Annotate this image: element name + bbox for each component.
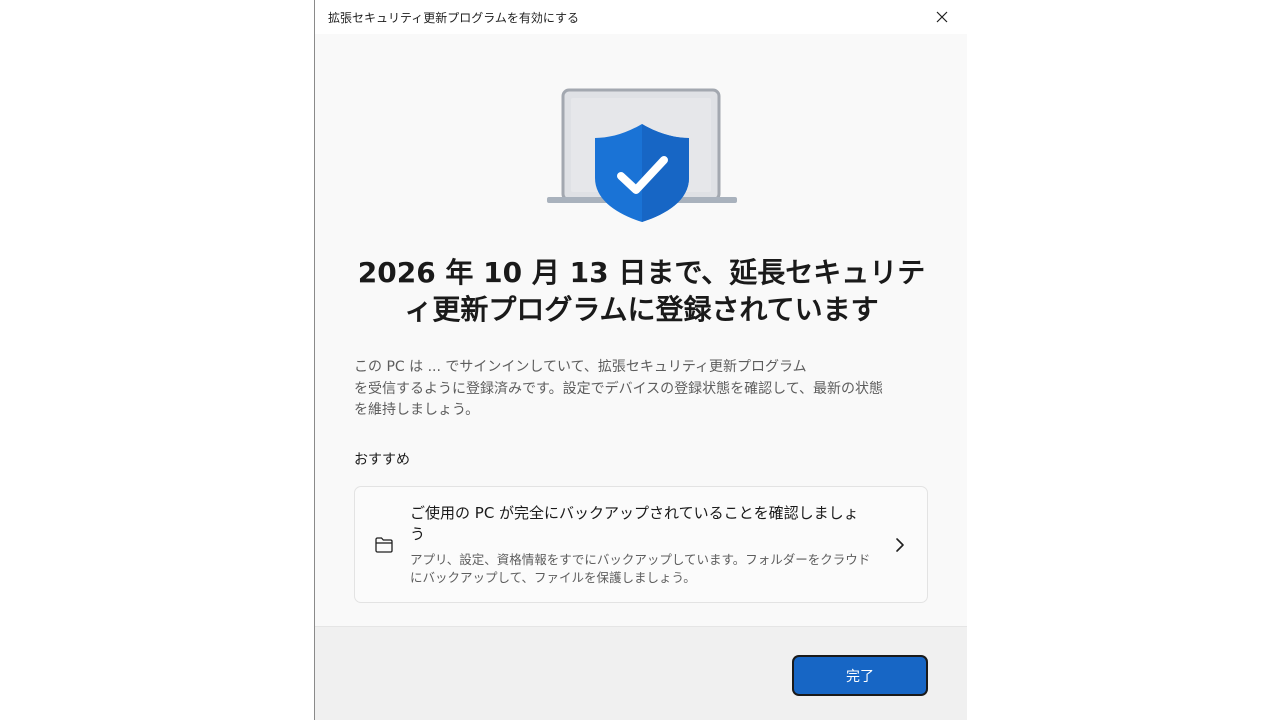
close-icon bbox=[936, 11, 948, 23]
done-button[interactable]: 完了 bbox=[794, 657, 926, 694]
page-title-line-2: ィ更新プログラムに登録されています bbox=[404, 293, 879, 326]
backup-recommendation-card[interactable]: ご使用の PC が完全にバックアップされていることを確認しましょう アプリ、設定… bbox=[354, 486, 928, 603]
window-title: 拡張セキュリティ更新プログラムを有効にする bbox=[328, 11, 580, 25]
chevron-right-icon bbox=[896, 538, 904, 552]
close-button[interactable] bbox=[931, 6, 953, 28]
dialog-window: 拡張セキュリティ更新プログラムを有効にする 2026 年 10 月 13 日まで… bbox=[314, 0, 967, 720]
description-line-1: この PC は ... でサインインしていて、拡張セキュリティ更新プログラム bbox=[354, 359, 807, 375]
card-title: ご使用の PC が完全にバックアップされていることを確認しましょう bbox=[410, 504, 859, 543]
recommended-heading: おすすめ bbox=[354, 452, 410, 468]
description-line-2: を受信するように登録済みです。設定でデバイスの登録状態を確認して、最新の状態 bbox=[354, 380, 884, 397]
card-description: アプリ、設定、資格情報をすでにバックアップしています。フォルダーをクラウドにバッ… bbox=[410, 552, 871, 585]
page-title-line-1: 2026 年 10 月 13 日まで、延長セキュリテ bbox=[357, 256, 926, 289]
description: この PC は ... でサインインしていて、拡張セキュリティ更新プログラム を… bbox=[354, 357, 932, 422]
folder-icon bbox=[375, 537, 393, 553]
laptop-shield-checkmark-icon bbox=[547, 88, 737, 222]
description-line-3: を維持しましょう。 bbox=[354, 402, 480, 418]
title-bar: 拡張セキュリティ更新プログラムを有効にする bbox=[315, 0, 967, 34]
laptop-shield-illustration bbox=[545, 86, 739, 226]
dialog-footer: 完了 bbox=[315, 626, 967, 720]
page-title: 2026 年 10 月 13 日まで、延長セキュリテ ィ更新プログラムに登録され… bbox=[345, 254, 938, 328]
